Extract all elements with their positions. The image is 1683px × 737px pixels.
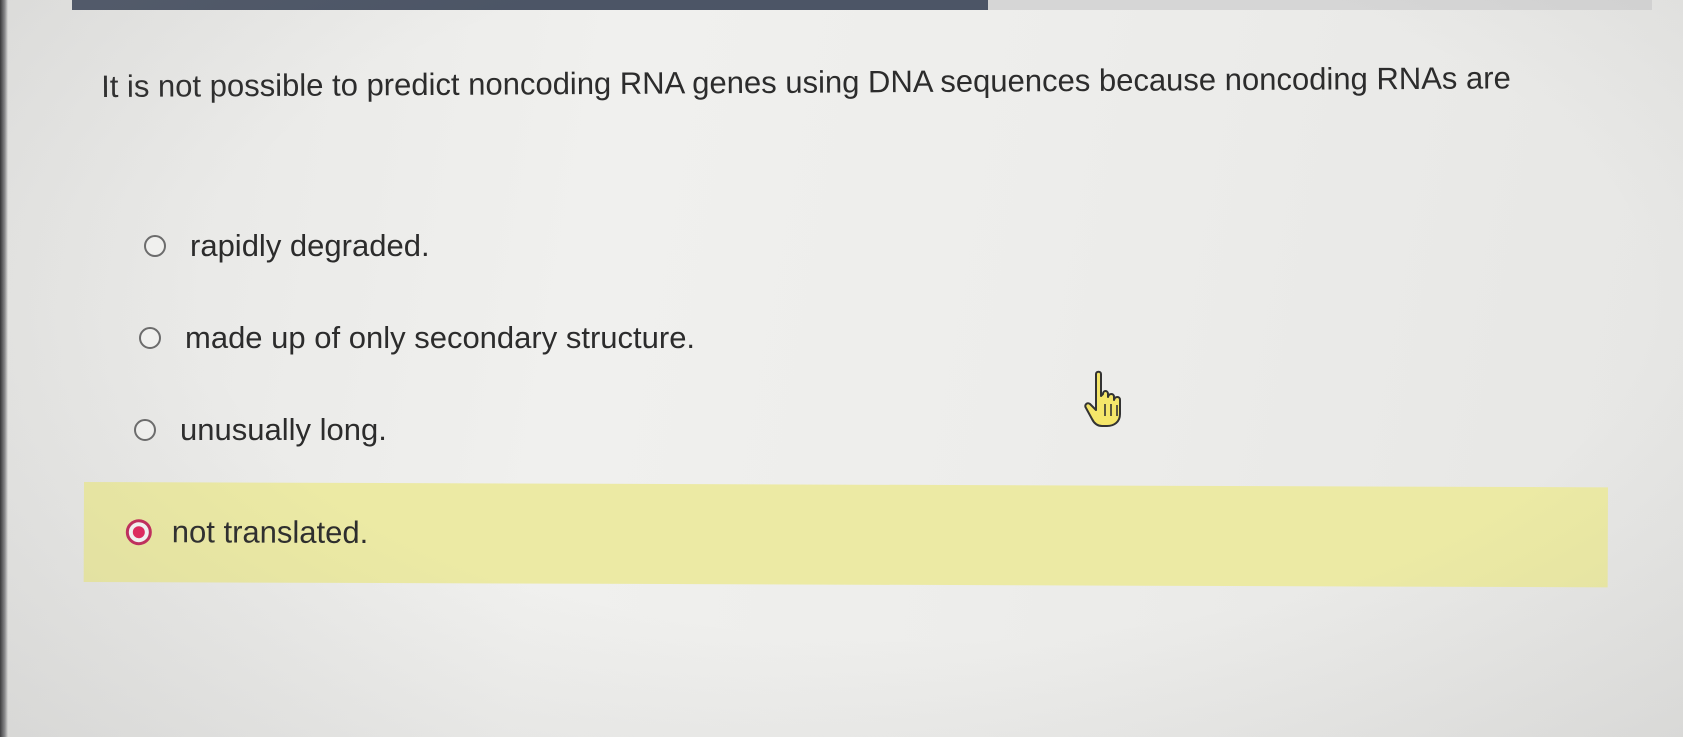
answer-option-label: not translated. bbox=[171, 514, 369, 550]
answer-option-label: unusually long. bbox=[180, 412, 387, 447]
answer-option-4-selected[interactable]: not translated. bbox=[83, 482, 1608, 588]
radio-button-unchecked-icon[interactable] bbox=[144, 235, 166, 257]
radio-button-unchecked-icon[interactable] bbox=[139, 327, 161, 349]
answer-option-2[interactable]: made up of only secondary structure. bbox=[139, 310, 695, 366]
radio-button-checked-icon[interactable] bbox=[125, 519, 152, 546]
answer-option-3[interactable]: unusually long. bbox=[134, 402, 387, 458]
answer-options: rapidly degraded. made up of only second… bbox=[0, 0, 1683, 737]
quiz-screen: It is not possible to predict noncoding … bbox=[0, 0, 1683, 737]
answer-option-label: made up of only secondary structure. bbox=[185, 320, 696, 355]
radio-button-unchecked-icon[interactable] bbox=[134, 419, 156, 441]
answer-option-1[interactable]: rapidly degraded. bbox=[144, 218, 430, 274]
hand-pointer-icon bbox=[1084, 370, 1121, 427]
answer-option-label: rapidly degraded. bbox=[190, 228, 430, 263]
